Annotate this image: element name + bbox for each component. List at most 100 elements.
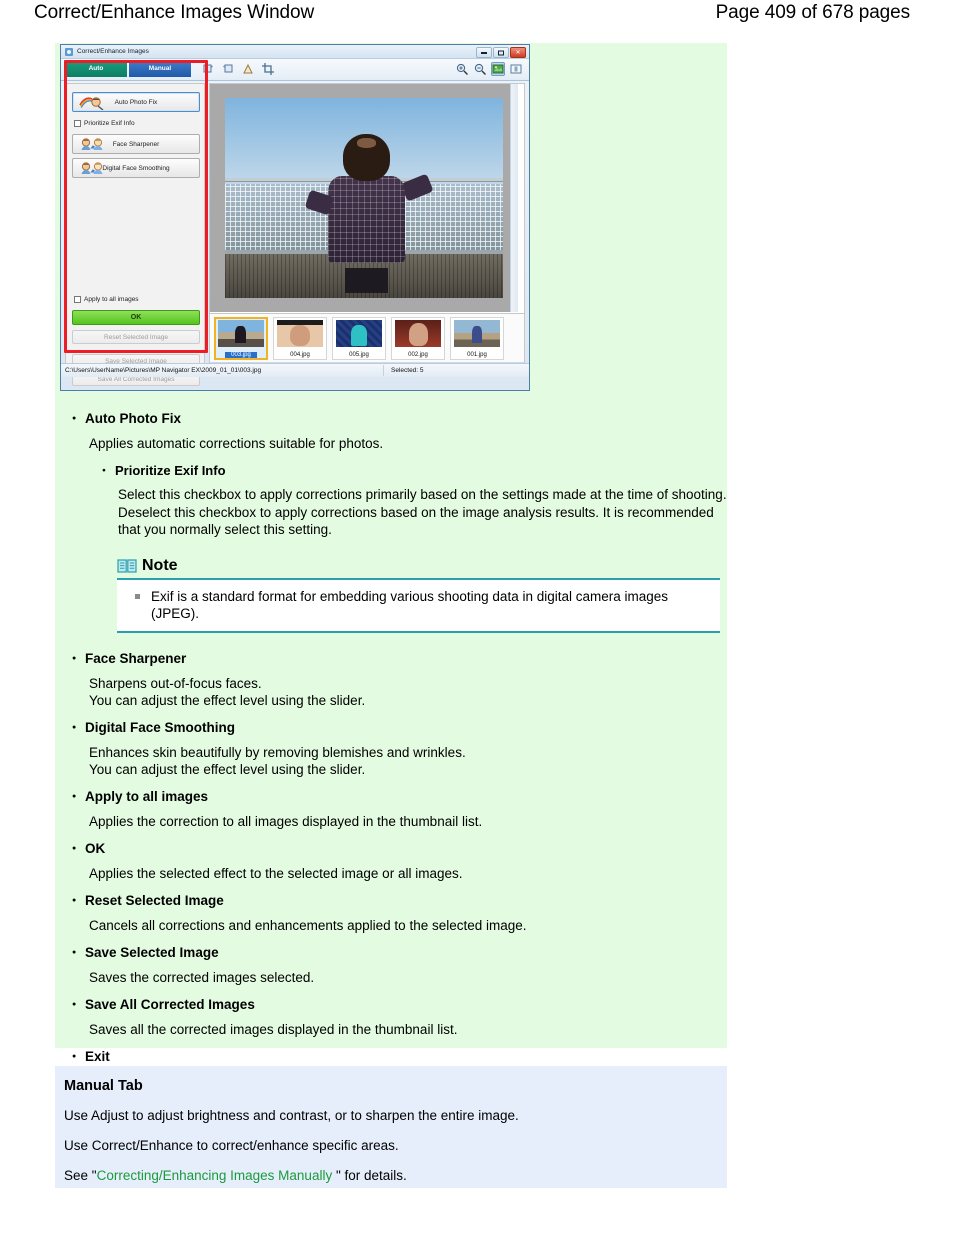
- list-item-digital-face-smoothing: Digital Face Smoothing Enhances skin bea…: [55, 718, 727, 778]
- ok-button[interactable]: OK: [72, 310, 200, 325]
- tab-manual[interactable]: Manual: [129, 61, 191, 77]
- digital-face-smoothing-button[interactable]: Digital Face Smoothing: [72, 158, 200, 178]
- auto-photo-fix-icon: [78, 95, 108, 111]
- photo-child-face: [357, 138, 377, 148]
- thumbnail-image: [454, 320, 500, 347]
- text-save-selected-image: Saves the corrected images selected.: [89, 969, 315, 985]
- prioritize-exif-checkbox-row[interactable]: Prioritize Exif Info: [74, 120, 135, 127]
- minimize-button[interactable]: [476, 47, 492, 58]
- list-item-auto-photo-fix: Auto Photo Fix Applies automatic correct…: [55, 409, 727, 633]
- tab-bar: Auto Manual: [65, 61, 191, 77]
- documentation-body: Auto Photo Fix Applies automatic correct…: [55, 400, 727, 1090]
- list-item-apply-to-all-images: Apply to all images Applies the correcti…: [55, 787, 727, 830]
- text-ok: Applies the selected effect to the selec…: [89, 865, 463, 881]
- window-statusbar: C:\Users\UserName\Pictures\MP Navigator …: [61, 363, 529, 377]
- heading-save-selected-image: Save Selected Image: [55, 943, 727, 963]
- face-sharpener-button[interactable]: Face Sharpener: [72, 134, 200, 154]
- text-prioritize-exif-line1: Select this checkbox to apply correction…: [118, 487, 727, 502]
- fit-to-screen-icon[interactable]: [491, 62, 505, 76]
- zoom-in-icon[interactable]: [455, 62, 469, 76]
- note-label: Note: [142, 556, 178, 574]
- text-manual-tab-line1: Use Adjust to adjust brightness and cont…: [64, 1108, 519, 1123]
- actual-size-icon[interactable]: [509, 62, 523, 76]
- close-button[interactable]: ✕: [510, 47, 526, 58]
- digital-face-smoothing-label: Digital Face Smoothing: [102, 164, 170, 172]
- heading-ok: OK: [55, 839, 727, 859]
- auto-photo-fix-button[interactable]: Auto Photo Fix: [72, 92, 200, 112]
- text-save-all-corrected-images: Saves all the corrected images displayed…: [89, 1021, 458, 1037]
- tab-and-toolbar-row: Auto Manual: [61, 59, 529, 81]
- auto-settings-panel: Auto Photo Fix Prioritize Exif Info Face…: [65, 83, 205, 386]
- note-text: Exif is a standard format for embedding …: [129, 588, 710, 622]
- text-reset-selected-image: Cancels all corrections and enhancements…: [89, 917, 527, 933]
- digital-face-smoothing-icon: [78, 161, 108, 176]
- photo-child-head: [343, 134, 391, 181]
- photo-child-subject: [304, 134, 435, 294]
- heading-prioritize-exif-info: Prioritize Exif Info: [55, 461, 727, 481]
- text-auto-photo-fix: Applies automatic corrections suitable f…: [89, 436, 384, 451]
- image-preview-area[interactable]: [210, 84, 518, 312]
- app-icon: [65, 48, 73, 56]
- heading-digital-face-smoothing: Digital Face Smoothing: [55, 718, 727, 738]
- toolbar-left-group: [201, 62, 275, 76]
- prioritize-exif-label: Prioritize Exif Info: [84, 120, 135, 127]
- text-digital-face-smoothing-line1: Enhances skin beautifully by removing bl…: [89, 744, 466, 760]
- feature-list: Auto Photo Fix Applies automatic correct…: [55, 409, 727, 1090]
- text-face-sharpener-line1: Sharpens out-of-focus faces.: [89, 675, 262, 691]
- thumbnail-item[interactable]: 001.jpg: [450, 317, 504, 360]
- reset-selected-image-button[interactable]: Reset Selected Image: [72, 330, 200, 344]
- preview-panel: 003.jpg 004.jpg 005.jpg 002.jpg 001.jpg: [209, 83, 525, 372]
- apply-to-all-images-label: Apply to all images: [84, 296, 139, 303]
- see-prefix: See ": [64, 1168, 97, 1183]
- mirror-icon[interactable]: [241, 62, 255, 76]
- thumbnail-caption: 005.jpg: [349, 352, 369, 358]
- preview-photo: [225, 98, 503, 298]
- thumbnail-image: [218, 320, 264, 347]
- crop-icon[interactable]: [261, 62, 275, 76]
- heading-manual-tab: Manual Tab: [64, 1078, 143, 1094]
- heading-save-all-corrected-images: Save All Corrected Images: [55, 995, 727, 1015]
- photo-child-torso: [328, 176, 406, 264]
- thumbnail-item[interactable]: 003.jpg: [214, 317, 268, 360]
- thumbnail-list[interactable]: 003.jpg 004.jpg 005.jpg 002.jpg 001.jpg: [210, 313, 524, 362]
- note-block: Note Exif is a standard format for embed…: [117, 557, 720, 633]
- apply-to-all-images-checkbox[interactable]: [74, 296, 81, 303]
- text-manual-tab-line2: Use Correct/Enhance to correct/enhance s…: [64, 1138, 399, 1153]
- reset-selected-image-label: Reset Selected Image: [104, 333, 168, 341]
- thumbnail-item[interactable]: 005.jpg: [332, 317, 386, 360]
- note-box: Exif is a standard format for embedding …: [117, 577, 720, 633]
- text-manual-tab-line3: See "Correcting/Enhancing Images Manuall…: [64, 1167, 727, 1184]
- auto-photo-fix-label: Auto Photo Fix: [114, 98, 158, 106]
- list-item-ok: OK Applies the selected effect to the se…: [55, 839, 727, 882]
- maximize-button[interactable]: [493, 47, 509, 58]
- page-root: Correct/Enhance Images Window Page 409 o…: [0, 0, 954, 1235]
- link-correcting-enhancing-images-manually[interactable]: Correcting/Enhancing Images Manually: [97, 1168, 336, 1183]
- thumbnail-item[interactable]: 004.jpg: [273, 317, 327, 360]
- list-item-save-all-corrected-images: Save All Corrected Images Saves all the …: [55, 995, 727, 1038]
- status-selected-count: Selected: 5: [391, 367, 424, 374]
- heading-auto-photo-fix: Auto Photo Fix: [55, 409, 727, 429]
- thumbnail-item[interactable]: 002.jpg: [391, 317, 445, 360]
- zoom-out-icon[interactable]: [473, 62, 487, 76]
- panel-divider-2: [72, 390, 200, 391]
- apply-to-all-images-row[interactable]: Apply to all images: [74, 296, 139, 303]
- face-sharpener-icon: [78, 137, 108, 152]
- rotate-left-icon[interactable]: [201, 62, 215, 76]
- book-icon: [117, 558, 137, 574]
- list-item-reset-selected-image: Reset Selected Image Cancels all correct…: [55, 891, 727, 934]
- thumbnail-image: [336, 320, 382, 347]
- correct-enhance-images-window: Correct/Enhance Images ✕ Auto Manual Aut…: [60, 44, 530, 391]
- page-number-label: Page 409 of 678 pages: [715, 2, 911, 23]
- thumbnail-image: [277, 320, 323, 347]
- thumbnail-image: [395, 320, 441, 347]
- tab-auto[interactable]: Auto: [65, 61, 127, 77]
- photo-child-legs: [345, 268, 389, 294]
- preview-vertical-scrollbar[interactable]: [510, 84, 518, 312]
- text-digital-face-smoothing-line2: You can adjust the effect level using th…: [89, 761, 366, 777]
- heading-reset-selected-image: Reset Selected Image: [55, 891, 727, 911]
- statusbar-divider: [383, 365, 384, 376]
- rotate-right-icon[interactable]: [221, 62, 235, 76]
- panel-divider: [72, 350, 200, 351]
- manual-tab-section: Manual Tab Use Adjust to adjust brightne…: [55, 1066, 727, 1184]
- prioritize-exif-checkbox[interactable]: [74, 120, 81, 127]
